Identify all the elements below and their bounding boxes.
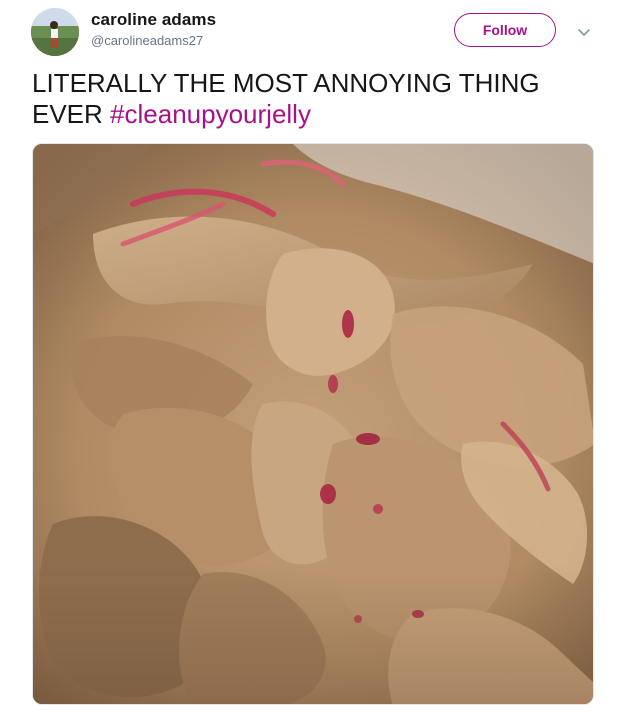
avatar[interactable] xyxy=(31,8,79,56)
follow-button[interactable]: Follow xyxy=(454,13,556,47)
hashtag-link[interactable]: #cleanupyourjelly xyxy=(110,99,311,129)
user-display-name[interactable]: caroline adams xyxy=(91,10,216,30)
user-handle[interactable]: @carolineadams27 xyxy=(91,33,203,48)
chevron-down-icon[interactable] xyxy=(576,24,592,40)
photo-peanut-butter-jar-icon xyxy=(33,144,593,704)
tweet-text: LITERALLY THE MOST ANNOYING THING EVER #… xyxy=(32,68,592,130)
tweet-card: caroline adams @carolineadams27 Follow L… xyxy=(0,0,630,714)
profile-photo-icon xyxy=(31,8,79,56)
tweet-photo[interactable] xyxy=(32,143,594,705)
